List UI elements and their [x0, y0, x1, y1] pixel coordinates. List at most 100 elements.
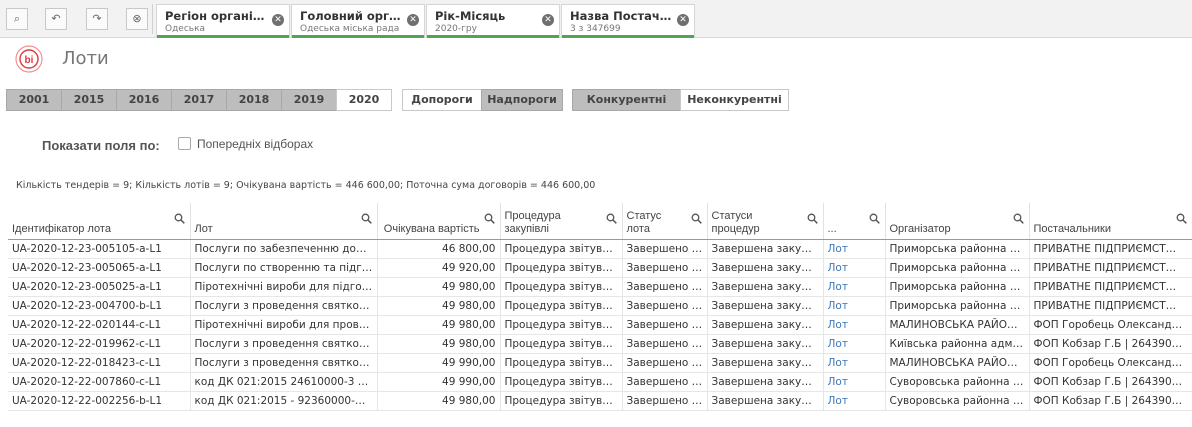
search-icon[interactable]: [606, 213, 617, 224]
column-header-expected-value[interactable]: Очікувана вартість: [376, 203, 500, 240]
non-competitive-button[interactable]: Неконкурентні: [680, 89, 789, 111]
table-row[interactable]: UA-2020-12-23-005065-a-L1 Послуги по ство…: [8, 258, 1192, 278]
close-icon[interactable]: ✕: [272, 14, 284, 26]
table-row[interactable]: UA-2020-12-23-005105-a-L1 Послуги по забе…: [8, 239, 1192, 259]
table-row[interactable]: UA-2020-12-22-020144-c-L1 Піротехнічні ви…: [8, 315, 1192, 335]
close-icon[interactable]: ✕: [407, 14, 419, 26]
clear-selections-icon[interactable]: ⊗: [126, 8, 148, 30]
smart-search-icon[interactable]: ⌕: [6, 8, 28, 30]
step-forward-icon[interactable]: ↷: [86, 8, 108, 30]
close-icon[interactable]: ✕: [677, 14, 689, 26]
search-icon[interactable]: [174, 213, 185, 224]
table-cell-lot-status: Завершено …: [621, 258, 707, 278]
table-cell-link[interactable]: Лот: [822, 391, 885, 411]
table-cell-lot-status: Завершено …: [621, 334, 707, 354]
year-button-2018[interactable]: 2018: [226, 89, 282, 111]
column-header-label: Процедура закупівлі: [504, 209, 561, 235]
column-header-organizer[interactable]: Організатор: [884, 203, 1029, 240]
table-cell-link[interactable]: Лот: [822, 239, 885, 259]
selection-chip-year-month[interactable]: Рік-Місяць 2020-гру ✕: [426, 4, 560, 38]
table-header-row: Ідентифікатор лота Лот Очікувана вартість П…: [8, 203, 1192, 240]
previous-rounds-checkbox[interactable]: [178, 137, 191, 150]
selection-chip-supplier[interactable]: Назва Постачал… 3 з 347699 ✕: [561, 4, 695, 38]
table-cell-lot: Послуги з проведення святков…: [189, 353, 377, 373]
column-header-lot-id[interactable]: Ідентифікатор лота: [8, 203, 190, 240]
column-header-procedure-statuses[interactable]: Статуси процедур: [706, 203, 823, 240]
table-cell-organizer: Київська районна адмі…: [884, 334, 1029, 354]
table-cell-link[interactable]: Лот: [822, 372, 885, 392]
column-header-lot[interactable]: Лот: [189, 203, 377, 240]
table-cell-organizer: Приморська районна а…: [884, 239, 1029, 259]
table-cell-suppliers: ПРИВАТНЕ ПІДПРИЄМСТ…: [1028, 277, 1192, 297]
table-row[interactable]: UA-2020-12-22-007860-c-L1 код ДК 021:2015…: [8, 372, 1192, 392]
chip-title: Регіон організа…: [165, 9, 269, 23]
table-cell-lot-id: UA-2020-12-22-002256-b-L1: [8, 391, 190, 411]
year-button-2019[interactable]: 2019: [281, 89, 337, 111]
year-button-2015[interactable]: 2015: [61, 89, 117, 111]
table-row[interactable]: UA-2020-12-23-005025-a-L1 Піротехнічні ви…: [8, 277, 1192, 297]
table-cell-procedure: Процедура звітува…: [499, 334, 622, 354]
search-icon[interactable]: [1013, 213, 1024, 224]
table-row[interactable]: UA-2020-12-22-002256-b-L1 код ДК 021:2015…: [8, 391, 1192, 411]
competitive-button[interactable]: Конкурентні: [572, 89, 681, 111]
table-cell-procedure-statuses: Завершена закупі…: [706, 372, 823, 392]
table-cell-suppliers: ФОП Кобзар Г.Б | 2643900…: [1028, 391, 1192, 411]
table-cell-lot: Послуги по створенню та підг…: [189, 258, 377, 278]
table-cell-lot-status: Завершено …: [621, 296, 707, 316]
table-cell-link[interactable]: Лот: [822, 315, 885, 335]
table-cell-lot-id: UA-2020-12-23-005105-a-L1: [8, 239, 190, 259]
table-row[interactable]: UA-2020-12-23-004700-b-L1 Послуги з прове…: [8, 296, 1192, 316]
table-cell-link[interactable]: Лот: [822, 334, 885, 354]
close-icon[interactable]: ✕: [542, 14, 554, 26]
table-cell-organizer: МАЛИНОВСЬКА РАЙО…: [884, 315, 1029, 335]
table-cell-lot-id: UA-2020-12-22-020144-c-L1: [8, 315, 190, 335]
column-header-lot-status[interactable]: Статус лота: [621, 203, 707, 240]
table-cell-procedure: Процедура звітува…: [499, 391, 622, 411]
table-cell-suppliers: ФОП Кобзар Г.Б | 2643900…: [1028, 334, 1192, 354]
search-icon[interactable]: [1176, 213, 1187, 224]
table-cell-organizer: Суворовська районна …: [884, 391, 1029, 411]
column-header-suppliers[interactable]: Постачальники: [1028, 203, 1192, 240]
search-icon[interactable]: [869, 213, 880, 224]
bi-logo: bi: [15, 45, 43, 73]
chip-selected-bar: [562, 35, 694, 38]
chip-title: Головний орган: [300, 9, 404, 23]
year-button-2016[interactable]: 2016: [116, 89, 172, 111]
search-icon[interactable]: [807, 213, 818, 224]
column-header-procedure[interactable]: Процедура закупівлі: [499, 203, 622, 240]
year-button-2017[interactable]: 2017: [171, 89, 227, 111]
table-cell-organizer: Приморська районна а…: [884, 296, 1029, 316]
table-cell-lot-id: UA-2020-12-22-019962-c-L1: [8, 334, 190, 354]
chip-value: Одеська міська рада: [300, 24, 400, 34]
search-icon[interactable]: [484, 213, 495, 224]
table-cell-lot: Послуги з проведення святков…: [189, 296, 377, 316]
search-icon[interactable]: [361, 213, 372, 224]
previous-rounds-label[interactable]: Попередніх відборах: [197, 137, 313, 151]
column-header-label: Ідентифікатор лота: [12, 222, 111, 235]
year-button-2020[interactable]: 2020: [336, 89, 392, 111]
table-body: UA-2020-12-23-005105-a-L1 Послуги по забе…: [8, 239, 1192, 411]
table-cell-lot-id: UA-2020-12-23-004700-b-L1: [8, 296, 190, 316]
table-cell-expected-value: 49 980,00: [376, 315, 500, 335]
step-back-icon[interactable]: ↶: [45, 8, 67, 30]
table-cell-expected-value: 49 980,00: [376, 277, 500, 297]
selection-chip-main-body[interactable]: Головний орган Одеська міська рада ✕: [291, 4, 425, 38]
column-header-link[interactable]: ...: [822, 203, 885, 240]
above-threshold-button[interactable]: Надпороги: [481, 89, 563, 111]
below-threshold-button[interactable]: Допороги: [402, 89, 482, 111]
table-cell-lot-id: UA-2020-12-23-005065-a-L1: [8, 258, 190, 278]
search-icon[interactable]: [691, 213, 702, 224]
column-header-label: ...: [827, 222, 837, 235]
table-cell-link[interactable]: Лот: [822, 258, 885, 278]
table-cell-link[interactable]: Лот: [822, 277, 885, 297]
year-button-2001[interactable]: 2001: [6, 89, 62, 111]
table-cell-link[interactable]: Лот: [822, 353, 885, 373]
table-cell-suppliers: ФОП Горобець Олександр …: [1028, 315, 1192, 335]
table-cell-procedure: Процедура звітува…: [499, 372, 622, 392]
column-header-label: Лот: [194, 222, 213, 235]
table-cell-lot: код ДК 021:2015 - 92360000-…: [189, 391, 377, 411]
table-row[interactable]: UA-2020-12-22-018423-c-L1 Послуги з прове…: [8, 353, 1192, 373]
table-row[interactable]: UA-2020-12-22-019962-c-L1 Послуги з прове…: [8, 334, 1192, 354]
selection-chip-region[interactable]: Регіон організа… Одеська ✕: [156, 4, 290, 38]
table-cell-link[interactable]: Лот: [822, 296, 885, 316]
